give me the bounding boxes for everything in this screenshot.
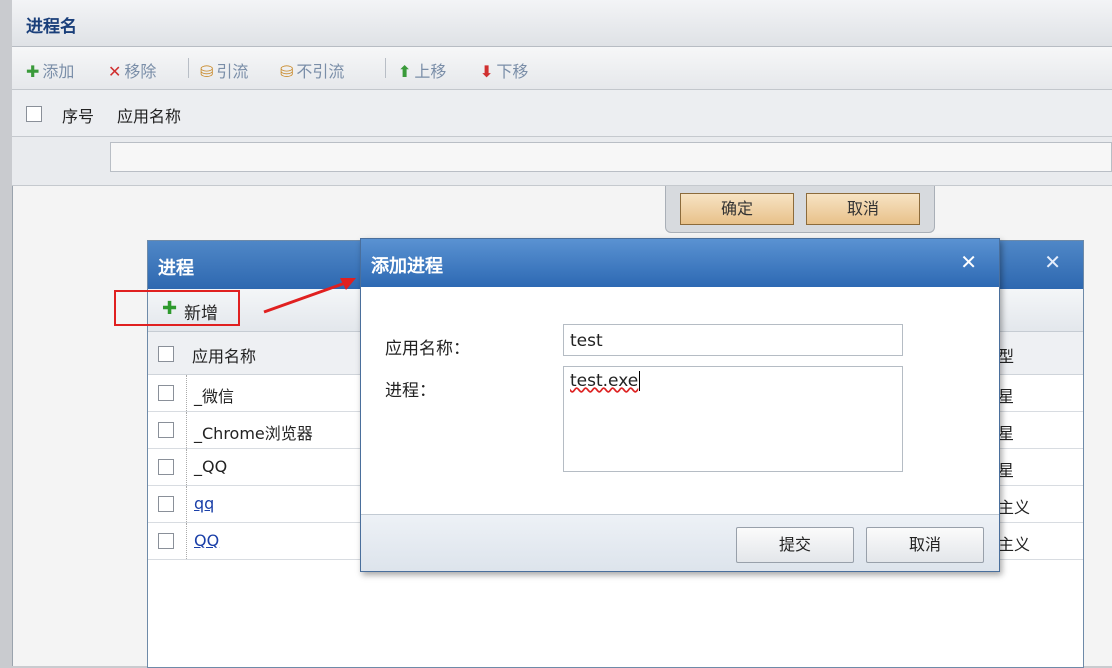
process-value: test.exe — [570, 371, 639, 391]
cancel-button[interactable]: 取消 — [866, 527, 984, 563]
submit-button[interactable]: 提交 — [736, 527, 854, 563]
text-cursor — [639, 371, 646, 391]
app-name-value: test — [570, 331, 603, 351]
close-icon[interactable]: ✕ — [960, 250, 977, 274]
process-textarea[interactable]: test.exe — [563, 366, 903, 472]
app-name-label: 应用名称： — [385, 339, 470, 359]
add-process-title: 添加进程 — [371, 256, 443, 277]
process-label: 进程： — [385, 381, 436, 401]
app-name-input[interactable]: test — [563, 324, 903, 356]
add-process-title-bar: 添加进程 ✕ — [361, 239, 999, 287]
